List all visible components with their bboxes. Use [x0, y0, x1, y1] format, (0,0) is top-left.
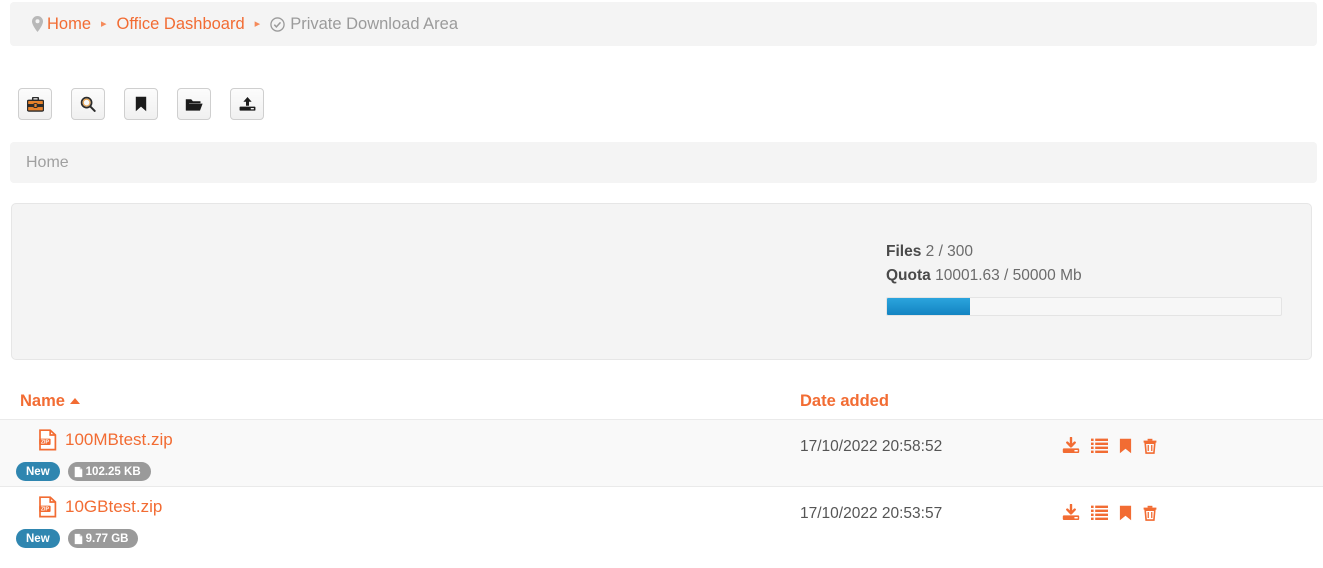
current-path-bar[interactable]: Home	[10, 142, 1317, 183]
search-button[interactable]	[71, 88, 105, 120]
table-row[interactable]: ZIP 10GBtest.zip New 9.77 GB 17/10/2022 …	[0, 487, 1323, 555]
briefcase-button[interactable]	[18, 88, 52, 120]
file-size-badge: 102.25 KB	[67, 462, 151, 481]
quota-progress-fill	[887, 298, 970, 315]
row-actions	[1062, 437, 1157, 454]
check-circle-icon	[270, 16, 285, 32]
file-size-label: 102.25 KB	[85, 465, 141, 478]
delete-icon[interactable]	[1143, 505, 1157, 521]
breadcrumb-item-office-dashboard[interactable]: Office Dashboard	[117, 15, 245, 34]
file-name-cell[interactable]: ZIP 100MBtest.zip	[38, 429, 173, 451]
breadcrumb-separator-1: ▸	[101, 17, 107, 30]
table-row[interactable]: ZIP 100MBtest.zip New 102.25 KB 17/10/20…	[0, 419, 1323, 487]
action-toolbar	[18, 88, 264, 120]
breadcrumb-label-office-dashboard: Office Dashboard	[116, 14, 245, 33]
file-name-cell[interactable]: ZIP 10GBtest.zip	[38, 496, 162, 518]
file-name-label: 10GBtest.zip	[65, 497, 163, 516]
quota-panel: Files 2 / 300 Quota 10001.63 / 50000 Mb	[11, 203, 1312, 360]
file-icon	[74, 533, 83, 545]
breadcrumb-label-home: Home	[47, 14, 92, 33]
briefcase-icon	[26, 96, 44, 112]
quota-progress-bar	[886, 297, 1282, 316]
breadcrumb-item-home[interactable]: Home	[32, 15, 91, 34]
file-date-added: 17/10/2022 20:58:52	[800, 438, 943, 455]
svg-text:ZIP: ZIP	[41, 507, 50, 513]
file-icon	[74, 466, 83, 478]
file-size-badge: 9.77 GB	[67, 529, 139, 548]
zip-file-icon: ZIP	[38, 496, 57, 518]
sort-ascending-icon	[69, 398, 80, 404]
quota-stat: Quota 10001.63 / 50000 Mb	[886, 264, 1286, 288]
quota-stat-label: Quota	[886, 267, 931, 284]
row-actions	[1062, 504, 1157, 521]
breadcrumb-label-private-download-area: Private Download Area	[290, 14, 459, 33]
folder-open-icon	[185, 97, 203, 112]
file-size-label: 9.77 GB	[85, 532, 129, 545]
download-icon[interactable]	[1062, 504, 1080, 521]
file-date-added: 17/10/2022 20:53:57	[800, 505, 943, 522]
column-header-date-added-label: Date added	[800, 391, 889, 410]
files-stat-label: Files	[886, 243, 922, 260]
quota-stat-value: 10001.63 / 50000 Mb	[935, 267, 1082, 284]
file-name-label: 100MBtest.zip	[65, 430, 173, 449]
column-header-date-added[interactable]: Date added	[800, 392, 1070, 411]
file-badges: New 9.77 GB	[16, 529, 139, 548]
file-badges: New 102.25 KB	[16, 462, 151, 481]
upload-button[interactable]	[230, 88, 264, 120]
upload-icon	[239, 96, 256, 112]
table-header-row: Name Date added	[0, 383, 1323, 419]
delete-icon[interactable]	[1143, 438, 1157, 454]
map-pin-icon	[32, 16, 43, 32]
svg-text:ZIP: ZIP	[41, 440, 50, 446]
bookmark-icon[interactable]	[1119, 438, 1132, 454]
details-icon[interactable]	[1091, 505, 1108, 521]
breadcrumb-separator-2: ▸	[254, 17, 261, 30]
bookmark-icon[interactable]	[1119, 505, 1132, 521]
current-path-label: Home	[26, 153, 69, 171]
column-header-name[interactable]: Name	[20, 392, 800, 411]
search-icon	[80, 96, 96, 112]
files-stat-value: 2 / 300	[925, 243, 974, 260]
details-icon[interactable]	[1091, 438, 1108, 454]
download-icon[interactable]	[1062, 437, 1080, 454]
column-header-name-label: Name	[20, 391, 65, 410]
bookmark-icon	[135, 96, 147, 112]
file-table: Name Date added ZIP 100MBtest.zip New 10…	[0, 383, 1323, 555]
breadcrumb: Home ▸ Office Dashboard ▸ Private Downlo…	[10, 2, 1317, 46]
open-folder-button[interactable]	[177, 88, 211, 120]
status-badge-new: New	[16, 462, 60, 481]
status-badge-new: New	[16, 529, 60, 548]
bookmark-button[interactable]	[124, 88, 158, 120]
files-stat: Files 2 / 300	[886, 240, 1286, 264]
breadcrumb-item-private-download-area[interactable]: Private Download Area	[270, 15, 458, 34]
zip-file-icon: ZIP	[38, 429, 57, 451]
